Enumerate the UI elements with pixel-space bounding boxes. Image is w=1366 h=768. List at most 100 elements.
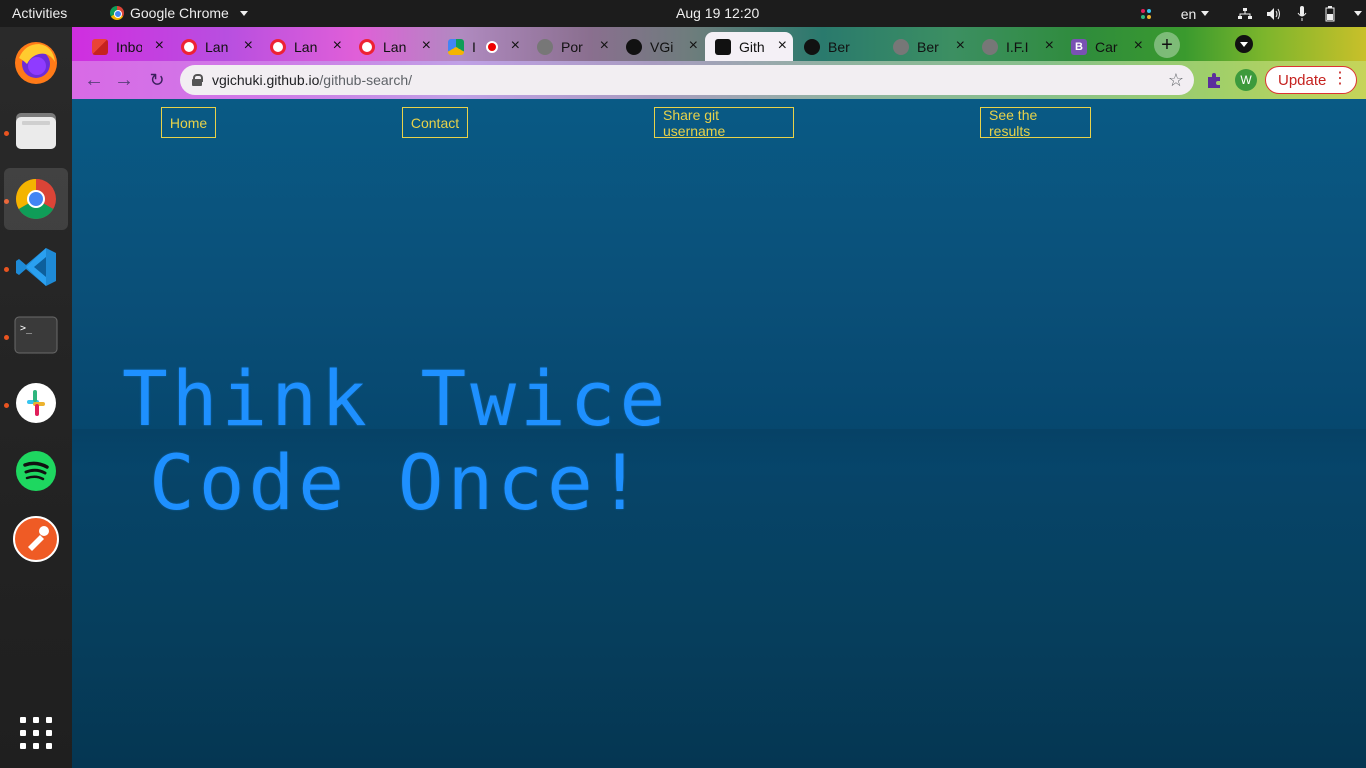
globe-icon: [893, 38, 909, 55]
firefox-icon: [15, 42, 57, 84]
volume-icon[interactable]: [1260, 0, 1288, 27]
slack-icon: [16, 383, 56, 423]
lan-icon: [270, 38, 286, 55]
tab-lan-2[interactable]: Lan ×: [260, 32, 348, 61]
chevron-down-icon: [1353, 11, 1362, 16]
browser-toolbar: ← → ↻ vgichuki.github.io/github-search/ …: [72, 61, 1366, 99]
gmail-icon: [92, 38, 108, 55]
hero-line-2: Code Once!: [149, 438, 647, 527]
tab-label: Ber: [917, 38, 939, 55]
tab-label: Lan: [294, 38, 318, 55]
extensions-puzzle-icon[interactable]: [1205, 71, 1223, 89]
dock-chrome[interactable]: [4, 168, 68, 230]
tab-label: Lan: [383, 38, 407, 55]
battery-icon[interactable]: [1316, 0, 1344, 27]
bookmark-star-icon[interactable]: ☆: [1168, 70, 1184, 91]
postman-icon: [13, 516, 59, 562]
system-tray: en: [1132, 0, 1366, 27]
language-label: en: [1180, 5, 1197, 22]
globe-icon: [982, 38, 998, 55]
clock[interactable]: Aug 19 12:20: [676, 5, 759, 21]
nav-see-results-link[interactable]: See the results: [980, 107, 1091, 139]
drive-icon: [448, 38, 464, 55]
forward-button[interactable]: →: [114, 68, 134, 91]
chrome-icon: [110, 6, 124, 20]
update-button[interactable]: Update ⋮: [1265, 66, 1357, 94]
tab-car[interactable]: B Car ×: [1061, 32, 1149, 61]
vscode-icon: [16, 248, 56, 286]
angular-icon: [715, 38, 731, 55]
tab-ber-1[interactable]: Ber: [794, 32, 882, 61]
nav-home-link[interactable]: Home: [161, 107, 216, 138]
tab-lan-1[interactable]: Lan ×: [171, 32, 259, 61]
nav-share-username-link[interactable]: Share git username: [654, 107, 794, 139]
dock-files[interactable]: [4, 100, 68, 162]
tab-label: I.F.I: [1006, 38, 1029, 55]
system-menu-chevron-icon[interactable]: [1344, 0, 1366, 27]
tab-label: Ber: [828, 38, 850, 55]
tab-github-search[interactable]: Gith ×: [705, 32, 793, 61]
url-path: /github-search/: [319, 72, 413, 88]
close-icon[interactable]: ×: [956, 38, 965, 54]
tab-drive[interactable]: I ×: [438, 32, 526, 61]
dock-slack[interactable]: [4, 372, 68, 434]
tab-search-button[interactable]: [1235, 35, 1253, 53]
tab-ifi[interactable]: I.F.I ×: [972, 32, 1060, 61]
lock-icon: [192, 74, 203, 86]
dock: >_: [0, 27, 72, 768]
close-icon[interactable]: ×: [244, 38, 253, 54]
github-icon: [626, 38, 642, 55]
arrow-right-icon: →: [114, 68, 134, 91]
app-menu[interactable]: Google Chrome: [110, 5, 248, 21]
reload-icon: ↻: [149, 69, 165, 90]
lan-icon: [359, 38, 375, 55]
dock-firefox[interactable]: [4, 32, 68, 94]
close-icon[interactable]: ×: [333, 38, 342, 54]
back-button[interactable]: ←: [84, 69, 104, 91]
language-indicator[interactable]: en: [1160, 0, 1230, 27]
github-icon: [804, 38, 820, 55]
update-label: Update: [1278, 71, 1327, 89]
reload-button[interactable]: ↻: [147, 70, 167, 90]
dock-vscode[interactable]: [4, 236, 68, 298]
dock-postman[interactable]: [4, 508, 68, 570]
tab-lan-3[interactable]: Lan ×: [349, 32, 437, 61]
close-icon[interactable]: ×: [600, 38, 609, 54]
new-tab-button[interactable]: +: [1154, 32, 1180, 58]
tab-label: Gith: [739, 38, 765, 55]
tab-label: I: [472, 38, 476, 55]
tab-ber-2[interactable]: Ber ×: [883, 32, 971, 61]
tab-label: Lan: [205, 38, 229, 55]
dock-spotify[interactable]: [4, 440, 68, 502]
tab-inbox[interactable]: Inbox ×: [82, 32, 170, 61]
network-icon[interactable]: [1230, 0, 1260, 27]
chevron-down-icon: [1201, 11, 1210, 16]
close-icon[interactable]: ×: [155, 38, 164, 54]
tab-vgi[interactable]: VGi ×: [616, 32, 704, 61]
close-icon[interactable]: ×: [689, 38, 698, 54]
close-icon[interactable]: ×: [511, 38, 520, 54]
close-icon[interactable]: ×: [1134, 38, 1143, 54]
url-host: vgichuki.github.io: [212, 72, 320, 88]
close-icon[interactable]: ×: [778, 38, 787, 54]
show-applications-button[interactable]: [4, 702, 68, 764]
tab-strip: Inbox × Lan × Lan × Lan × I × Por ×: [72, 27, 1366, 61]
chevron-down-icon: [1240, 41, 1248, 47]
files-icon: [16, 113, 56, 149]
address-bar[interactable]: vgichuki.github.io/github-search/ ☆: [180, 65, 1194, 95]
close-icon[interactable]: ×: [1045, 38, 1054, 54]
microphone-icon[interactable]: [1288, 0, 1316, 27]
slack-tray-icon[interactable]: [1132, 0, 1160, 27]
globe-icon: [537, 38, 553, 55]
profile-avatar[interactable]: W: [1235, 69, 1257, 91]
nav-contact-link[interactable]: Contact: [402, 107, 468, 138]
tab-label: Por: [561, 38, 583, 55]
tab-label: Car: [1095, 38, 1118, 55]
svg-text:>_: >_: [20, 323, 33, 334]
tab-label: VGi: [650, 38, 674, 55]
tab-portfolio[interactable]: Por ×: [527, 32, 615, 61]
close-icon[interactable]: ×: [422, 38, 431, 54]
dock-terminal[interactable]: >_: [4, 304, 68, 366]
activities-button[interactable]: Activities: [12, 5, 67, 21]
system-top-bar: Activities Google Chrome Aug 19 12:20 en: [0, 0, 1366, 27]
